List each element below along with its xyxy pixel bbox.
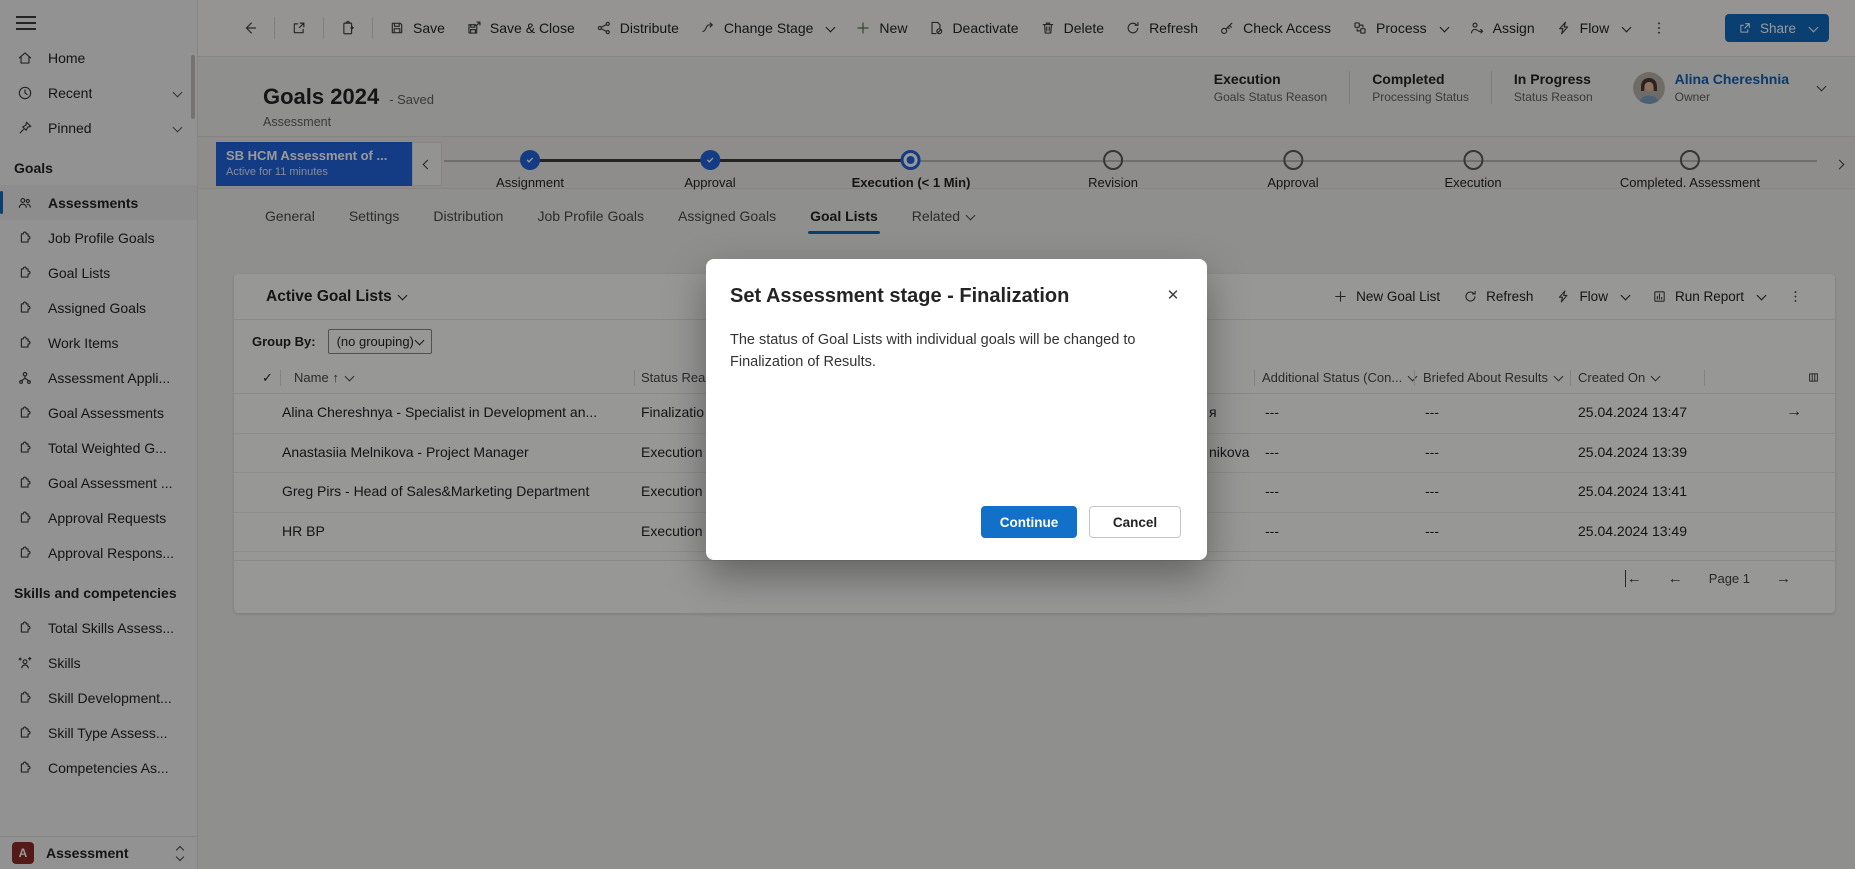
cancel-button[interactable]: Cancel xyxy=(1089,506,1181,538)
continue-button[interactable]: Continue xyxy=(981,506,1077,538)
close-dialog-button[interactable]: ✕ xyxy=(1159,281,1187,309)
close-icon: ✕ xyxy=(1167,286,1180,304)
dialog-title: Set Assessment stage - Finalization xyxy=(730,285,1069,308)
dialog-message: The status of Goal Lists with individual… xyxy=(730,329,1175,374)
set-assessment-stage-dialog: Set Assessment stage - Finalization ✕ Th… xyxy=(706,259,1207,560)
app-window: Home Recent Pinned Goals Assessments Job… xyxy=(0,0,1855,869)
